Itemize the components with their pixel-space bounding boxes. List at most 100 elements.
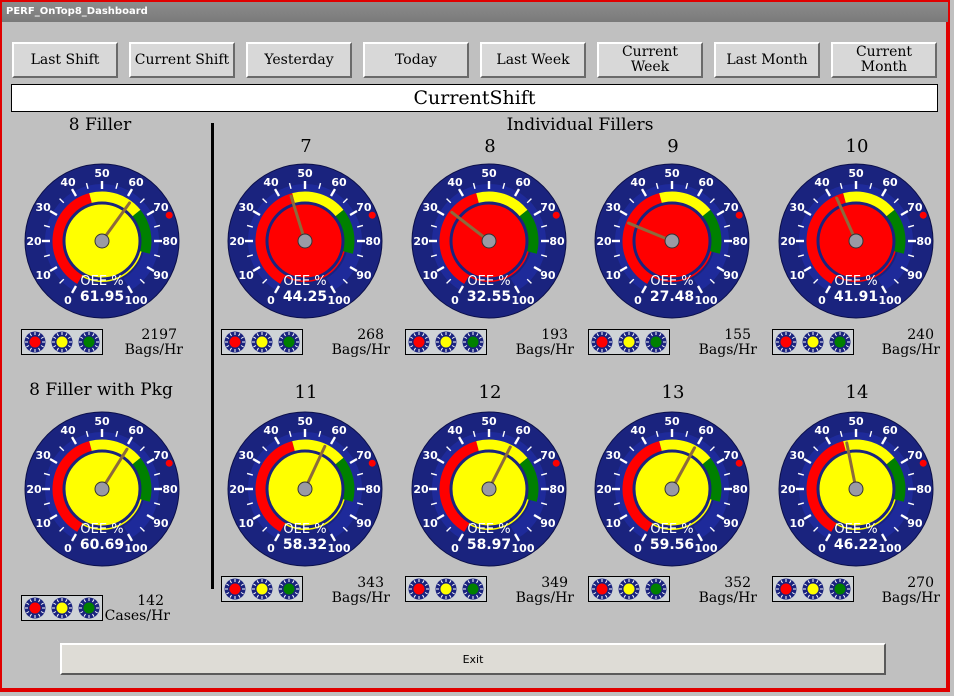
svg-text:59.56: 59.56 xyxy=(650,537,694,553)
svg-text:60: 60 xyxy=(882,176,898,189)
svg-text:70: 70 xyxy=(356,449,372,462)
rate-unit: Bags/Hr xyxy=(124,342,183,358)
svg-text:10: 10 xyxy=(789,269,805,282)
svg-text:0: 0 xyxy=(451,542,459,555)
svg-text:90: 90 xyxy=(723,517,739,530)
oee-gauge: 0 10 20 30 40 50 60 70 80 90 100 OEE % 59.56 xyxy=(594,411,750,567)
svg-text:50: 50 xyxy=(94,167,110,180)
rate-unit: Bags/Hr xyxy=(331,590,390,606)
svg-text:40: 40 xyxy=(814,176,830,189)
filler-number-label: 12 xyxy=(478,382,502,403)
rate-unit: Bags/Hr xyxy=(881,342,940,358)
svg-text:OEE %: OEE % xyxy=(650,522,693,537)
last-week-button[interactable]: Last Week xyxy=(480,42,586,78)
svg-text:0: 0 xyxy=(634,542,642,555)
svg-text:70: 70 xyxy=(356,201,372,214)
rate-value: 240 xyxy=(907,327,934,343)
svg-text:60: 60 xyxy=(515,176,531,189)
svg-text:70: 70 xyxy=(907,201,923,214)
svg-text:50: 50 xyxy=(848,415,864,428)
svg-text:60: 60 xyxy=(331,176,347,189)
svg-text:30: 30 xyxy=(238,201,254,214)
today-button[interactable]: Today xyxy=(363,42,469,78)
svg-text:50: 50 xyxy=(848,167,864,180)
svg-text:100: 100 xyxy=(695,294,718,307)
svg-text:58.97: 58.97 xyxy=(467,537,511,553)
svg-text:90: 90 xyxy=(153,517,169,530)
svg-text:0: 0 xyxy=(634,294,642,307)
svg-text:30: 30 xyxy=(789,201,805,214)
svg-text:46.22: 46.22 xyxy=(834,537,878,553)
rate-unit: Bags/Hr xyxy=(331,342,390,358)
svg-text:50: 50 xyxy=(94,415,110,428)
svg-text:50: 50 xyxy=(481,415,497,428)
oee-gauge: 0 10 20 30 40 50 60 70 80 90 100 OEE % 41.91 xyxy=(778,163,934,319)
throughput-rate: 343 Bags/Hr xyxy=(320,576,390,606)
svg-text:90: 90 xyxy=(907,269,923,282)
svg-text:80: 80 xyxy=(732,483,748,496)
svg-text:OEE %: OEE % xyxy=(467,522,510,537)
svg-text:44.25: 44.25 xyxy=(283,289,327,305)
status-indicators xyxy=(21,329,103,355)
svg-text:30: 30 xyxy=(789,449,805,462)
oee-gauge: 0 10 20 30 40 50 60 70 80 90 100 OEE % 61.95 xyxy=(24,163,180,319)
oee-gauge: 0 10 20 30 40 50 60 70 80 90 100 OEE % 60.69 xyxy=(24,411,180,567)
last-shift-button[interactable]: Last Shift xyxy=(12,42,118,78)
current-shift-button[interactable]: Current Shift xyxy=(129,42,235,78)
svg-text:20: 20 xyxy=(413,483,429,496)
svg-text:10: 10 xyxy=(35,517,51,530)
svg-text:40: 40 xyxy=(630,176,646,189)
current-period-display: CurrentShift xyxy=(11,84,938,112)
svg-text:OEE %: OEE % xyxy=(650,274,693,289)
yesterday-button[interactable]: Yesterday xyxy=(246,42,352,78)
throughput-rate: 193 Bags/Hr xyxy=(504,328,574,358)
filler-pkg-title: 8 Filler with Pkg xyxy=(29,380,173,400)
throughput-rate: 352 Bags/Hr xyxy=(687,576,757,606)
svg-text:60: 60 xyxy=(882,424,898,437)
filler-number-label: 10 xyxy=(845,136,869,157)
current-week-button[interactable]: Current Week xyxy=(597,42,703,78)
svg-text:50: 50 xyxy=(297,415,313,428)
svg-text:80: 80 xyxy=(916,235,932,248)
svg-text:50: 50 xyxy=(297,167,313,180)
oee-gauge: 0 10 20 30 40 50 60 70 80 90 100 OEE % 27.48 xyxy=(594,163,750,319)
svg-text:0: 0 xyxy=(64,542,72,555)
rate-unit: Bags/Hr xyxy=(698,590,757,606)
throughput-rate: 240 Bags/Hr xyxy=(870,328,940,358)
svg-text:100: 100 xyxy=(879,542,902,555)
svg-text:80: 80 xyxy=(162,483,178,496)
oee-gauge: 0 10 20 30 40 50 60 70 80 90 100 OEE % 44.25 xyxy=(227,163,383,319)
svg-text:30: 30 xyxy=(605,449,621,462)
svg-text:40: 40 xyxy=(814,424,830,437)
svg-text:40: 40 xyxy=(263,176,279,189)
svg-text:60: 60 xyxy=(698,176,714,189)
status-indicators xyxy=(588,576,670,602)
svg-text:80: 80 xyxy=(162,235,178,248)
exit-button[interactable]: Exit xyxy=(60,643,886,675)
svg-text:20: 20 xyxy=(596,483,612,496)
filler-number-label: 9 xyxy=(667,136,679,157)
svg-text:40: 40 xyxy=(447,176,463,189)
throughput-rate: 142 Cases/Hr xyxy=(100,594,170,624)
svg-text:70: 70 xyxy=(153,449,169,462)
svg-text:100: 100 xyxy=(512,542,535,555)
svg-text:10: 10 xyxy=(789,517,805,530)
svg-text:27.48: 27.48 xyxy=(650,289,694,305)
svg-text:100: 100 xyxy=(512,294,535,307)
throughput-rate: 268 Bags/Hr xyxy=(320,328,390,358)
filler-number-label: 11 xyxy=(294,382,318,403)
rate-value: 352 xyxy=(724,575,751,591)
last-month-button[interactable]: Last Month xyxy=(714,42,820,78)
svg-text:30: 30 xyxy=(238,449,254,462)
svg-text:70: 70 xyxy=(540,201,556,214)
svg-text:0: 0 xyxy=(818,542,826,555)
svg-text:70: 70 xyxy=(723,201,739,214)
svg-text:41.91: 41.91 xyxy=(834,289,878,305)
oee-gauge: 0 10 20 30 40 50 60 70 80 90 100 OEE % 58.32 xyxy=(227,411,383,567)
throughput-rate: 270 Bags/Hr xyxy=(870,576,940,606)
svg-text:100: 100 xyxy=(879,294,902,307)
svg-text:58.32: 58.32 xyxy=(283,537,327,553)
svg-text:40: 40 xyxy=(60,176,76,189)
svg-text:OEE %: OEE % xyxy=(834,522,877,537)
current-month-button[interactable]: Current Month xyxy=(831,42,937,78)
